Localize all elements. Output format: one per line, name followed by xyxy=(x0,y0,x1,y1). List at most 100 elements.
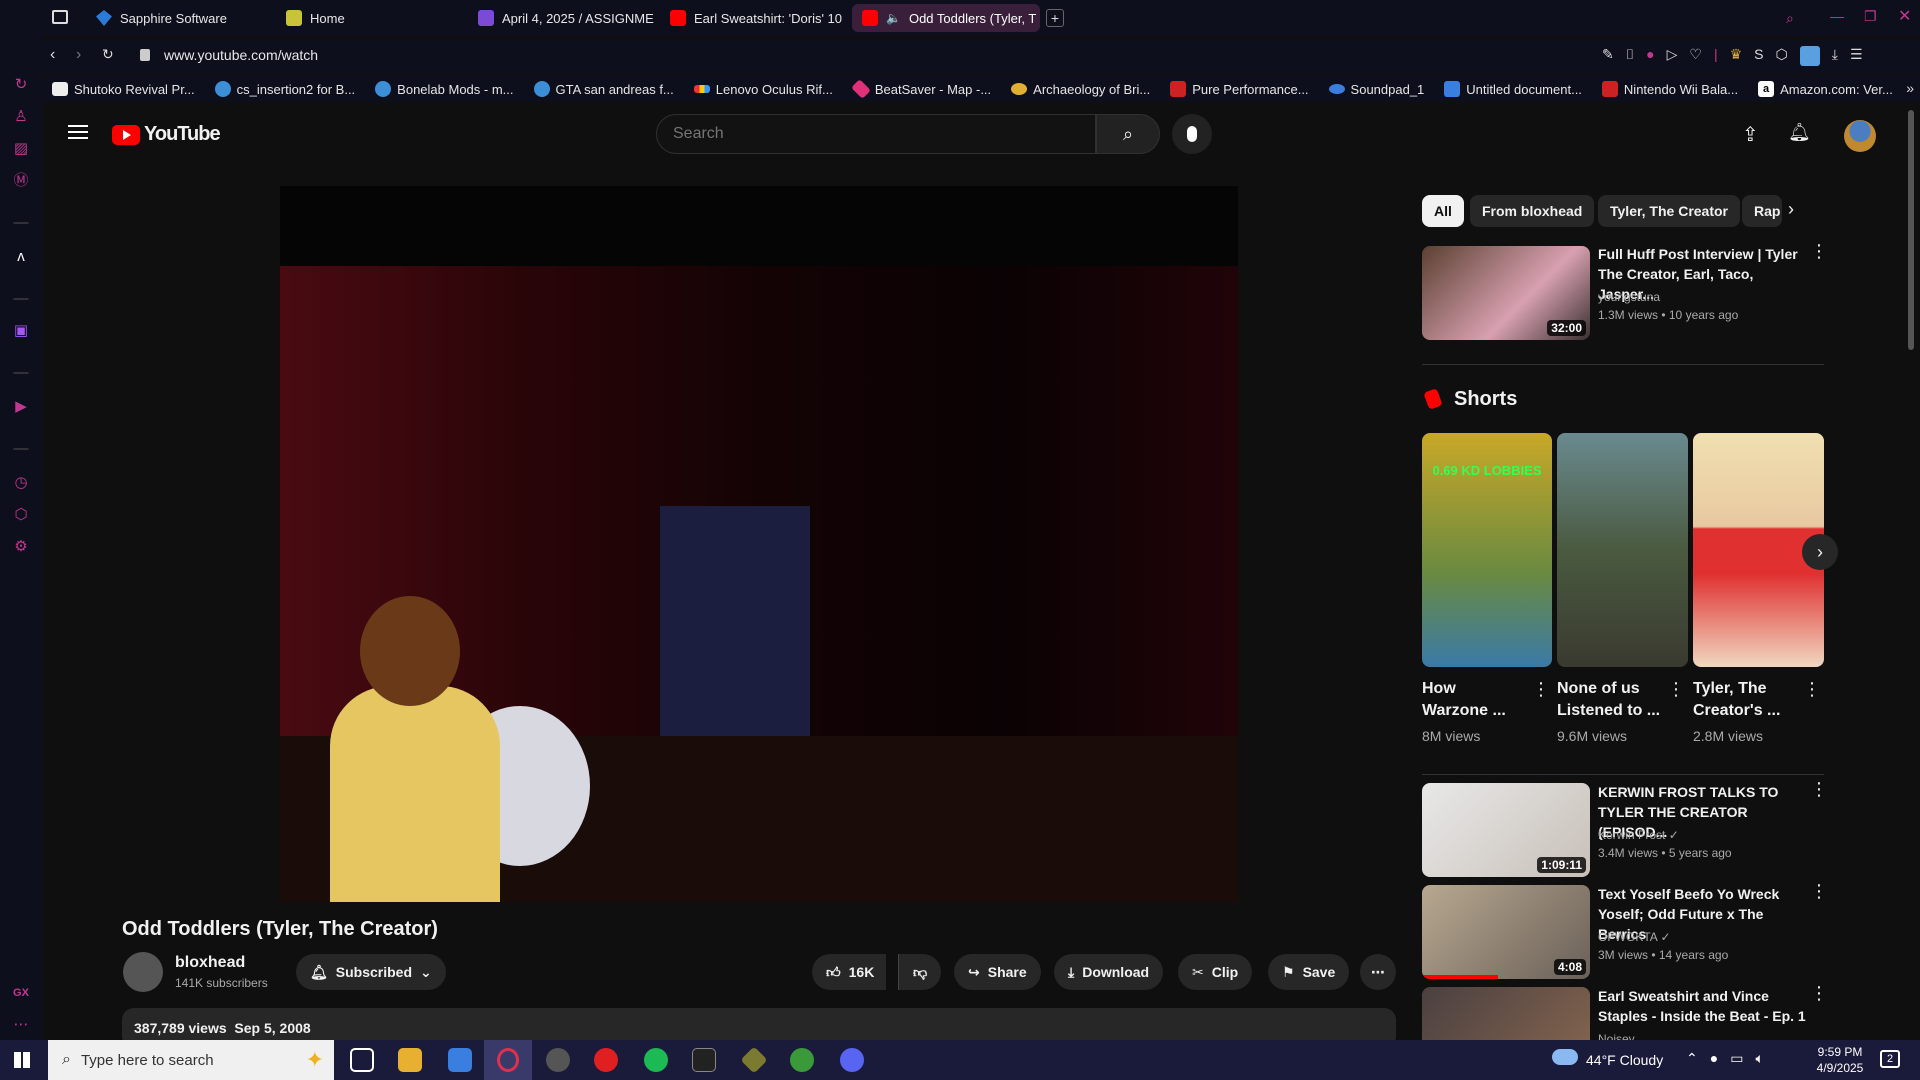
bookmark-item[interactable]: Shutoko Revival Pr... xyxy=(42,82,205,97)
discord-icon[interactable] xyxy=(840,1048,864,1072)
menu-icon[interactable]: ☰ xyxy=(1850,46,1863,66)
short-title[interactable]: How Warzone ... xyxy=(1422,678,1508,722)
volume-icon[interactable]: 🔈︎ xyxy=(1755,1050,1763,1067)
page-scrollbar[interactable] xyxy=(1908,110,1914,350)
subscribed-button[interactable]: 🔔︎ Subscribed ⌄ xyxy=(296,954,446,990)
description-box[interactable]: 387,789 views Sep 5, 2008 xyxy=(122,1008,1396,1040)
edit-icon[interactable]: ✎ xyxy=(1602,46,1614,66)
file-explorer-icon[interactable] xyxy=(398,1048,422,1072)
send-icon[interactable]: ▷ xyxy=(1667,46,1678,66)
recommendation-thumbnail[interactable]: 1:09:11 xyxy=(1422,783,1590,877)
bookmark-item[interactable]: Untitled document... xyxy=(1434,81,1592,97)
camera-icon[interactable]: ⌷ xyxy=(1626,46,1634,66)
bookmark-item[interactable]: Nintendo Wii Bala... xyxy=(1592,81,1748,97)
more-actions-button[interactable]: ⋯ xyxy=(1360,954,1396,990)
settings-icon[interactable]: ⚙ xyxy=(12,538,30,556)
recommendation-channel[interactable]: youngstuna xyxy=(1598,288,1660,306)
tab-earl[interactable]: Earl Sweatshirt: 'Doris' 10 xyxy=(660,4,850,32)
create-icon[interactable]: ⇪ xyxy=(1742,122,1759,147)
weather-text[interactable]: 44°F Cloudy xyxy=(1586,1052,1663,1068)
notifications-bell-icon[interactable]: 🔔︎ xyxy=(1788,122,1811,143)
spotify-icon[interactable] xyxy=(644,1048,668,1072)
voice-search-button[interactable] xyxy=(1172,114,1212,154)
back-button[interactable]: ‹ xyxy=(50,46,55,64)
recommendation-channel[interactable]: Noisey xyxy=(1598,1030,1635,1040)
bookmark-item[interactable]: GTA san andreas f... xyxy=(524,81,684,97)
more-bookmarks-icon[interactable]: » xyxy=(1906,80,1914,96)
aria-icon[interactable]: ↻ xyxy=(12,76,30,94)
dislike-button[interactable]: 👎︎ xyxy=(898,954,942,990)
notification-center-icon[interactable]: 2 xyxy=(1880,1050,1900,1068)
tab-menu-icon[interactable] xyxy=(52,10,68,24)
bookmark-item[interactable]: Soundpad_1 xyxy=(1319,82,1435,97)
player-icon[interactable]: ▶ xyxy=(12,398,30,416)
ai-bot-icon[interactable]: ♙ xyxy=(12,108,30,126)
like-button[interactable]: 👍︎ 16K xyxy=(812,954,887,990)
short-thumbnail[interactable] xyxy=(1557,433,1688,667)
heart-icon[interactable]: ♡ xyxy=(1689,46,1702,66)
tab-sapphire[interactable]: Sapphire Software xyxy=(86,4,276,32)
share-button[interactable]: ↪ Share xyxy=(954,954,1041,990)
extension-s-icon[interactable]: S xyxy=(1754,46,1763,66)
clip-button[interactable]: ✂ Clip xyxy=(1178,954,1253,990)
account-avatar[interactable] xyxy=(1844,120,1876,152)
speaker-icon[interactable]: 🔈 xyxy=(886,11,901,25)
chip-rap[interactable]: Rap xyxy=(1742,195,1782,227)
tab-odd-toddlers[interactable]: 🔈 Odd Toddlers (Tyler, T xyxy=(852,4,1040,32)
more-vertical-icon[interactable]: ⋮ xyxy=(1532,680,1550,698)
task-view-icon[interactable] xyxy=(350,1048,374,1072)
bookmark-item[interactable]: Lenovo Oculus Rif... xyxy=(684,82,843,97)
gx-icon[interactable]: GX xyxy=(12,984,30,1002)
channel-name[interactable]: bloxhead xyxy=(175,954,245,972)
more-vertical-icon[interactable]: ⋮ xyxy=(1810,780,1828,798)
short-title[interactable]: Tyler, The Creator's ... xyxy=(1693,678,1797,722)
url-field[interactable]: www.youtube.com/watch xyxy=(164,47,318,63)
tiktok-icon[interactable]: ʌ xyxy=(12,248,30,266)
tab-home[interactable]: Home xyxy=(276,4,466,32)
opera-taskbar-button[interactable] xyxy=(484,1040,532,1080)
channel-avatar[interactable] xyxy=(123,952,163,992)
guide-menu-icon[interactable] xyxy=(68,125,88,139)
bookmark-item[interactable]: Pure Performance... xyxy=(1160,81,1318,97)
more-vertical-icon[interactable]: ⋮ xyxy=(1810,984,1828,1002)
cube-icon[interactable]: ⬡ xyxy=(1776,46,1788,66)
search-button[interactable]: ⌕ xyxy=(1096,114,1160,154)
save-button[interactable]: ⚑ Save xyxy=(1268,954,1350,990)
network-icon[interactable]: ▭ xyxy=(1730,1050,1743,1067)
avatar-icon[interactable] xyxy=(1799,46,1820,66)
extension-icon[interactable]: ♛ xyxy=(1730,46,1743,66)
chevron-right-icon[interactable]: › xyxy=(1788,199,1794,220)
messenger-icon[interactable]: Ⓜ xyxy=(12,172,30,190)
search-input[interactable] xyxy=(657,115,1095,153)
app-icon[interactable] xyxy=(546,1048,570,1072)
video-player[interactable] xyxy=(280,186,1238,902)
chip-all[interactable]: All xyxy=(1422,195,1464,227)
microsoft-store-icon[interactable] xyxy=(448,1048,472,1072)
recommendation-channel[interactable]: OFWGKTA ✓ xyxy=(1598,928,1671,946)
recommendation-title[interactable]: Earl Sweatshirt and Vince Staples - Insi… xyxy=(1598,986,1808,1026)
bookmark-item[interactable]: Bonelab Mods - m... xyxy=(365,81,523,97)
shorts-next-button[interactable]: › xyxy=(1802,534,1838,570)
download-button[interactable]: ⤓ Download xyxy=(1054,954,1164,990)
short-title[interactable]: None of us Listened to ... xyxy=(1557,678,1661,722)
search-box[interactable] xyxy=(656,114,1096,154)
clock[interactable]: 9:59 PM 4/9/2025 xyxy=(1810,1044,1870,1076)
taskbar-search-box[interactable]: ⌕ Type here to search ✦ xyxy=(48,1040,334,1080)
globe-app-icon[interactable] xyxy=(790,1048,814,1072)
tab-search-icon[interactable]: ⌕ xyxy=(1786,10,1794,27)
tab-assignment[interactable]: April 4, 2025 / ASSIGNME xyxy=(468,4,658,32)
history-icon[interactable]: ◷ xyxy=(12,474,30,492)
recommendation-thumbnail[interactable]: 4:08 xyxy=(1422,885,1590,979)
bookmark-item[interactable]: a Amazon.com: Ver... xyxy=(1748,81,1903,97)
call-of-duty-icon[interactable] xyxy=(692,1048,716,1072)
more-vertical-icon[interactable]: ⋮ xyxy=(1803,680,1821,698)
recommendation-thumbnail[interactable] xyxy=(1422,987,1590,1040)
recommendation-thumbnail[interactable]: 32:00 xyxy=(1422,246,1590,340)
workspace-icon[interactable]: ▨ xyxy=(12,140,30,158)
bookmark-item[interactable]: Archaeology of Bri... xyxy=(1001,82,1160,97)
chip-tyler[interactable]: Tyler, The Creator xyxy=(1598,195,1741,227)
more-vertical-icon[interactable]: ⋮ xyxy=(1810,242,1828,260)
new-tab-button[interactable]: + xyxy=(1046,9,1064,27)
short-thumbnail[interactable]: 0.69 KD LOBBIES xyxy=(1422,433,1552,667)
microphone-icon[interactable]: ● xyxy=(1710,1050,1718,1067)
